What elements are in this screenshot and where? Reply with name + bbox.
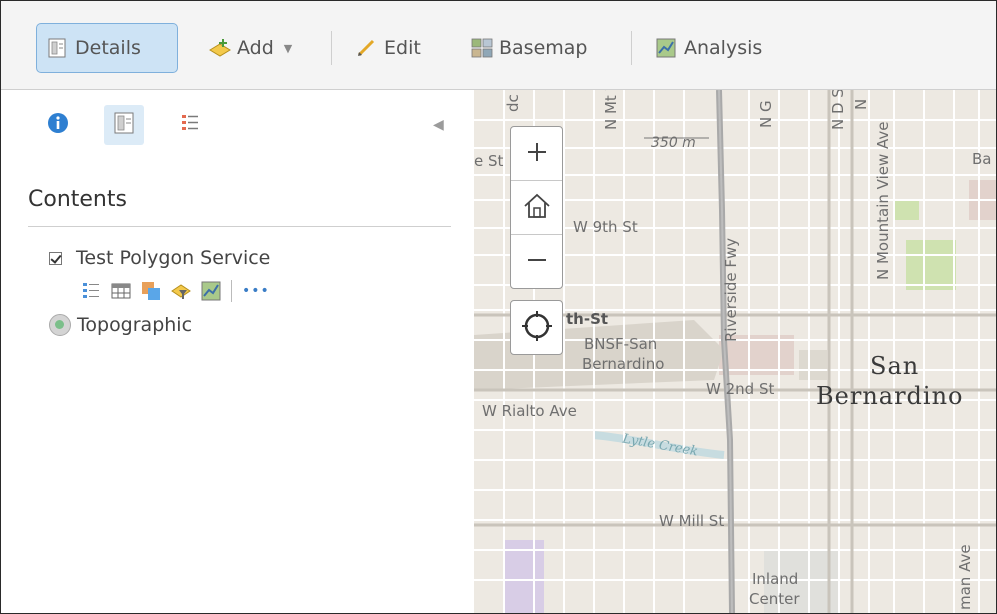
layer-item[interactable]: Test Polygon Service bbox=[49, 247, 270, 269]
place-label: Inland bbox=[752, 570, 799, 588]
place-label: Center bbox=[749, 590, 800, 608]
globe-icon bbox=[49, 314, 71, 336]
street-label: N bbox=[852, 98, 870, 110]
street-label: W 2nd St bbox=[706, 380, 775, 398]
plus-icon bbox=[526, 141, 548, 167]
land-use-area bbox=[799, 350, 827, 380]
details-label: Details bbox=[75, 37, 141, 59]
home-icon bbox=[523, 192, 551, 224]
street-label: man Ave bbox=[956, 544, 974, 610]
analysis-icon bbox=[656, 38, 676, 58]
basemap-label: Basemap bbox=[499, 37, 588, 59]
station-label: Bernardino bbox=[582, 355, 665, 373]
city-label: San bbox=[870, 352, 920, 380]
street-label: W Mill St bbox=[659, 512, 725, 530]
details-button[interactable]: Details bbox=[36, 23, 178, 73]
park-area bbox=[906, 240, 956, 290]
pencil-icon bbox=[356, 38, 376, 58]
filter-icon[interactable] bbox=[171, 281, 191, 301]
zoom-control bbox=[510, 126, 563, 289]
zoom-in-button[interactable] bbox=[511, 127, 562, 180]
add-button[interactable]: Add ▼ bbox=[199, 23, 302, 73]
tools-divider bbox=[231, 280, 232, 302]
legend-icon bbox=[179, 112, 201, 138]
tab-contents[interactable] bbox=[104, 105, 144, 145]
analysis-label: Analysis bbox=[684, 37, 763, 59]
street-label: e St bbox=[474, 152, 504, 170]
street-label: N Mt V bbox=[602, 90, 620, 130]
street-label: th-St bbox=[566, 310, 609, 328]
basemap-button[interactable]: Basemap bbox=[461, 23, 597, 73]
layer-name[interactable]: Test Polygon Service bbox=[76, 247, 270, 269]
toolbar: Details Add ▼ Edit Basemap Analysis bbox=[1, 1, 996, 90]
contents-divider bbox=[28, 226, 451, 227]
scale-label: 350 m bbox=[651, 135, 696, 151]
change-style-icon[interactable] bbox=[141, 281, 161, 301]
tab-about[interactable] bbox=[38, 105, 78, 145]
street-label: N G bbox=[757, 100, 775, 128]
edit-label: Edit bbox=[384, 37, 421, 59]
park-area bbox=[894, 200, 919, 220]
basemap-layer-item[interactable]: Topographic bbox=[49, 314, 192, 336]
info-icon bbox=[47, 112, 69, 138]
table-icon[interactable] bbox=[111, 281, 131, 301]
show-legend-icon[interactable] bbox=[81, 281, 101, 301]
toolbar-divider bbox=[631, 31, 632, 65]
freeway-label: Riverside Fwy bbox=[722, 237, 740, 342]
basemap-layer-name[interactable]: Topographic bbox=[77, 314, 192, 336]
analysis-button[interactable]: Analysis bbox=[646, 23, 772, 73]
toolbar-divider bbox=[331, 31, 332, 65]
street-label: N D S bbox=[829, 90, 847, 130]
station-label: BNSF-San bbox=[584, 335, 658, 353]
home-button[interactable] bbox=[511, 181, 562, 234]
layer-tools: ••• bbox=[81, 280, 270, 302]
layer-visibility-checkbox[interactable] bbox=[49, 251, 62, 265]
add-layer-icon bbox=[209, 38, 231, 58]
add-label: Add bbox=[237, 37, 274, 59]
locate-button[interactable] bbox=[510, 300, 563, 355]
street-label: Ba bbox=[972, 150, 992, 168]
locate-icon bbox=[520, 309, 554, 347]
edit-button[interactable]: Edit bbox=[346, 23, 431, 73]
chevron-down-icon: ▼ bbox=[283, 41, 293, 55]
street-label: N Mountain View Ave bbox=[874, 121, 892, 281]
street-label: W Rialto Ave bbox=[482, 402, 577, 420]
app-window: Details Add ▼ Edit Basemap Analysis ◀ Co… bbox=[0, 0, 997, 614]
contents-title: Contents bbox=[28, 187, 127, 212]
perform-analysis-icon[interactable] bbox=[201, 281, 221, 301]
contents-icon bbox=[113, 112, 135, 138]
details-icon bbox=[47, 38, 67, 58]
minus-icon bbox=[526, 249, 548, 275]
city-label: Bernardino bbox=[816, 382, 964, 410]
collapse-panel-icon[interactable]: ◀ bbox=[433, 117, 444, 133]
zoom-out-button[interactable] bbox=[511, 235, 562, 288]
street-label: dc bbox=[504, 94, 522, 112]
street-label: W 9th St bbox=[573, 218, 638, 236]
tab-legend[interactable] bbox=[170, 105, 210, 145]
basemap-gallery-icon bbox=[471, 38, 493, 58]
more-options-icon[interactable]: ••• bbox=[242, 283, 270, 299]
